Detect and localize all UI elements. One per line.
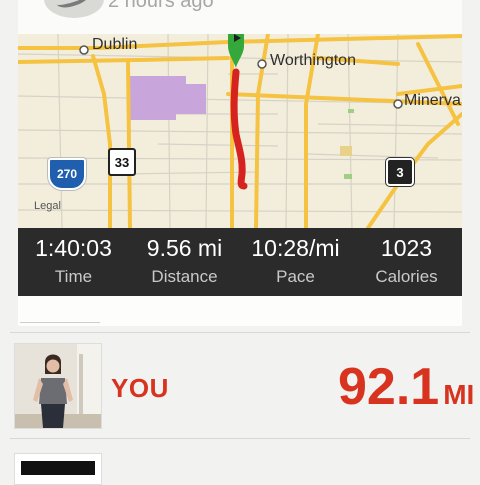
map-legal-link[interactable]: Legal [34, 200, 61, 212]
us-33-shield: 33 [108, 148, 136, 176]
stat-calories-label: Calories [375, 267, 438, 286]
stat-calories: 1023 Calories [351, 228, 462, 296]
stat-pace: 10:28/mi Pace [240, 228, 351, 296]
leaderboard-row-next[interactable] [10, 447, 470, 485]
leaderboard-row-you[interactable]: YOU 92.1 MI [10, 335, 474, 435]
interstate-270-number: 270 [56, 167, 78, 181]
leaderboard-distance-unit: MI [443, 379, 475, 410]
leaderboard-user-label: YOU [111, 373, 169, 403]
user-photo-image [15, 344, 101, 428]
section-divider-2 [10, 438, 470, 439]
stat-distance: 9.56 mi Distance [129, 228, 240, 296]
stat-pace-label: Pace [276, 267, 315, 286]
leaderboard-distance: 92.1 MI [338, 357, 474, 417]
activity-header: 2 hours ago [18, 0, 462, 34]
section-divider [10, 332, 470, 333]
user-photo[interactable] [14, 343, 102, 429]
map-label-dublin: Dublin [92, 36, 138, 53]
stat-distance-value: 9.56 mi [146, 235, 223, 261]
footer-divider [20, 316, 100, 323]
route-3-shield: 3 [386, 158, 414, 186]
feed-card-footer [18, 296, 462, 326]
us-33-number: 33 [114, 154, 130, 170]
map-canvas [18, 34, 462, 228]
activity-avatar[interactable] [44, 0, 104, 18]
stat-calories-value: 1023 [380, 235, 433, 261]
stat-time-label: Time [54, 267, 93, 286]
stat-time: 1:40:03 Time [18, 228, 129, 296]
run-stats-bar: 1:40:03 Time 9.56 mi Distance 10:28/mi P… [18, 228, 462, 296]
stat-distance-label: Distance [151, 267, 218, 286]
leaderboard-distance-value: 92.1 [338, 358, 440, 416]
interstate-270-shield: 270 [48, 158, 86, 190]
activity-time-ago: 2 hours ago [108, 0, 214, 12]
run-route-map[interactable]: Dublin Worthington Minerva 270 33 3 Lega… [18, 34, 462, 228]
map-label-minerva: Minerva [404, 92, 461, 109]
stat-pace-value: 10:28/mi [251, 235, 340, 261]
map-label-worthington: Worthington [270, 52, 356, 69]
route-3-number: 3 [396, 164, 404, 180]
next-user-photo[interactable] [14, 453, 102, 485]
stat-time-value: 1:40:03 [35, 235, 112, 261]
